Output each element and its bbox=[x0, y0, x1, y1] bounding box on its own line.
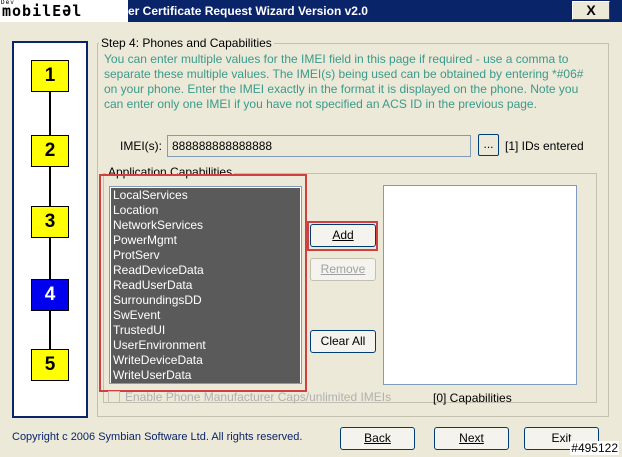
capability-list-item[interactable]: UserEnvironment bbox=[111, 338, 300, 353]
step-5: 5 bbox=[31, 349, 69, 381]
window-title: er Certificate Request Wizard Version v2… bbox=[128, 4, 368, 18]
capability-list-item[interactable]: PowerMgmt bbox=[111, 233, 300, 248]
next-button-label: Next bbox=[459, 431, 484, 445]
enable-manufacturer-caps-checkbox[interactable] bbox=[108, 391, 120, 403]
capability-list-item[interactable]: Location bbox=[111, 203, 300, 218]
watermark: #495122 bbox=[570, 441, 619, 455]
remove-button[interactable]: Remove bbox=[310, 258, 376, 281]
ids-entered-count: [1] IDs entered bbox=[505, 139, 584, 153]
capability-list-item[interactable]: TrustedUI bbox=[111, 323, 300, 338]
close-button[interactable]: X bbox=[572, 1, 610, 20]
step-title: Step 4: Phones and Capabilities bbox=[99, 36, 274, 50]
capability-list-item[interactable]: NetworkServices bbox=[111, 218, 300, 233]
capability-list-item[interactable]: ReadUserData bbox=[111, 278, 300, 293]
instructions-text: You can enter multiple values for the IM… bbox=[104, 52, 584, 111]
capability-list-item[interactable]: LocalServices bbox=[111, 188, 300, 203]
logo-small-text: Dev bbox=[1, 0, 15, 6]
selected-capabilities-list[interactable] bbox=[383, 185, 577, 385]
imei-input[interactable]: 888888888888888 bbox=[167, 135, 471, 157]
enable-manufacturer-caps-label: Enable Phone Manufacturer Caps/unlimited… bbox=[125, 390, 392, 404]
capability-list-item[interactable]: ReadDeviceData bbox=[111, 263, 300, 278]
next-button[interactable]: Next bbox=[434, 427, 509, 450]
capability-list-item[interactable]: WriteUserData bbox=[111, 368, 300, 383]
step-2: 2 bbox=[31, 135, 69, 167]
step-4-current: 4 bbox=[31, 279, 69, 311]
capability-list-item[interactable]: ProtServ bbox=[111, 248, 300, 263]
clear-all-button[interactable]: Clear All bbox=[310, 330, 376, 353]
enable-manufacturer-caps-row[interactable]: Enable Phone Manufacturer Caps/unlimited… bbox=[108, 390, 391, 404]
capabilities-items: LocalServices Location NetworkServices Powe… bbox=[111, 188, 300, 383]
title-bar: Dev mobilEƏl er Certificate Request Wiza… bbox=[0, 0, 622, 22]
add-button[interactable]: Add bbox=[310, 224, 376, 247]
capability-list-item[interactable]: SwEvent bbox=[111, 308, 300, 323]
capability-list-item[interactable]: WriteDeviceData bbox=[111, 353, 300, 368]
imei-label: IMEI(s): bbox=[120, 139, 162, 153]
remove-button-label: Remove bbox=[320, 262, 366, 276]
imei-browse-button[interactable]: ... bbox=[478, 134, 499, 156]
steps-panel: 1 2 3 4 5 bbox=[12, 41, 88, 418]
back-button[interactable]: Back bbox=[340, 427, 415, 450]
copyright-text: Copyright c 2006 Symbian Software Ltd. A… bbox=[12, 431, 303, 443]
step-1: 1 bbox=[31, 60, 69, 92]
capabilities-count: [0] Capabilities bbox=[433, 391, 512, 405]
mobile-logo: Dev mobilEƏl bbox=[0, 0, 128, 22]
add-button-label: Add bbox=[332, 228, 354, 242]
capabilities-list[interactable]: LocalServices Location NetworkServices Powe… bbox=[109, 186, 302, 384]
capability-list-item[interactable]: SurroundingsDD bbox=[111, 293, 300, 308]
back-button-label: Back bbox=[364, 431, 391, 445]
step-3: 3 bbox=[31, 206, 69, 238]
